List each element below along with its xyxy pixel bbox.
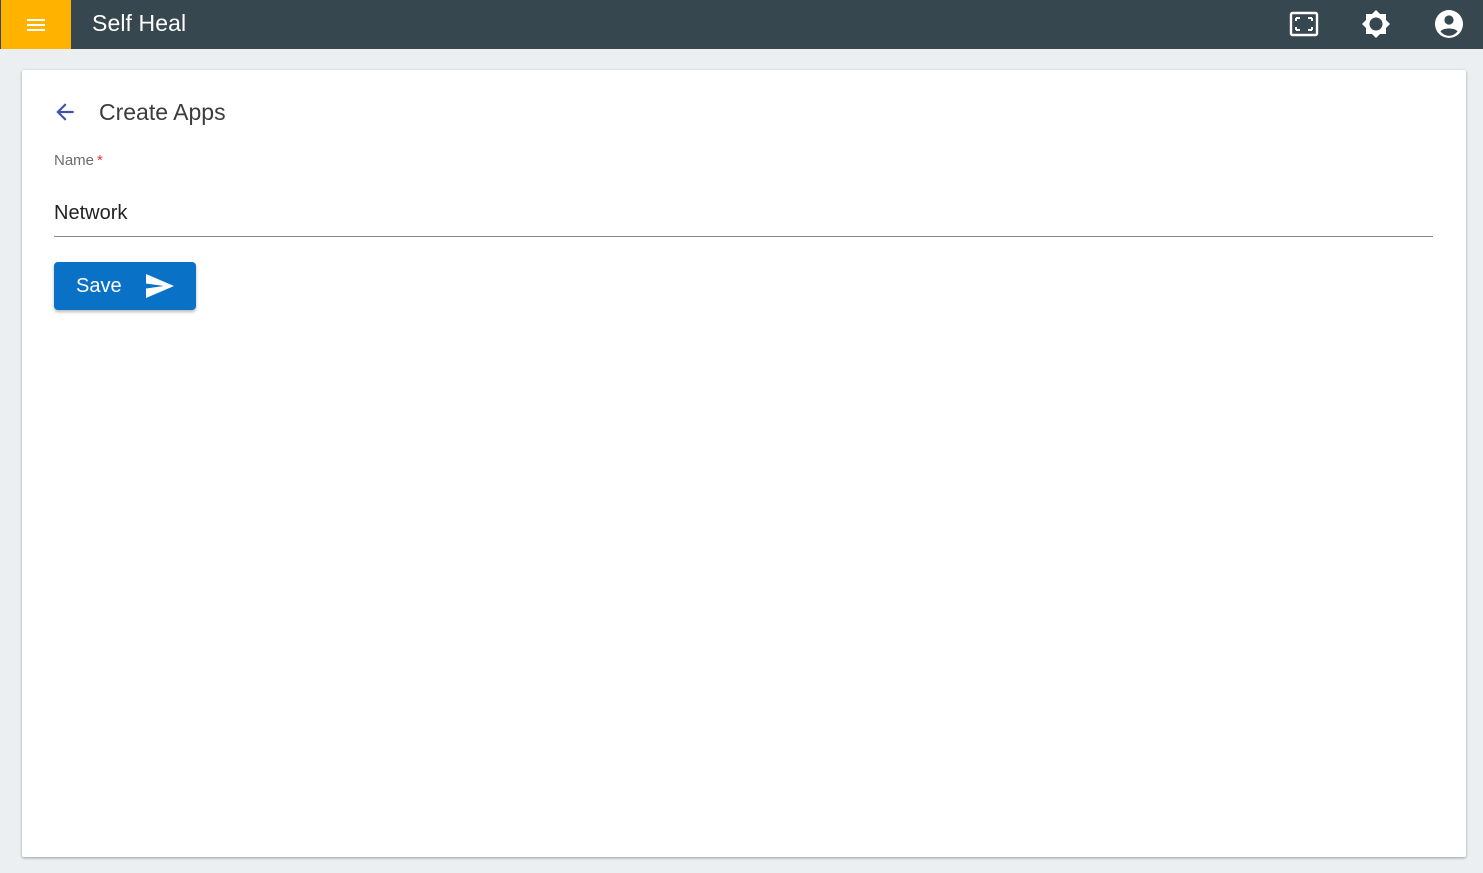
brightness-button[interactable] [1358,6,1394,42]
arrow-back-icon [56,103,74,121]
brightness-icon [1362,10,1390,38]
required-marker: * [97,152,103,169]
app-title: Self Heal [92,10,187,36]
form-card: Create Apps Name* Save [22,70,1466,857]
app-bar: Self Heal [0,0,1483,49]
menu-icon [27,18,45,31]
account-button[interactable] [1431,6,1467,42]
back-button[interactable] [50,97,80,127]
fullscreen-icon [1289,11,1319,37]
send-icon [146,274,174,298]
save-button[interactable]: Save [54,262,196,310]
save-button-label: Save [76,275,122,297]
name-label-text: Name [54,152,95,169]
name-label: Name * [54,152,103,169]
fullscreen-button[interactable] [1286,6,1322,42]
menu-button[interactable] [1,0,71,49]
account-circle-icon [1435,10,1463,38]
name-input[interactable] [54,191,1433,237]
page-title: Create Apps [99,99,226,125]
